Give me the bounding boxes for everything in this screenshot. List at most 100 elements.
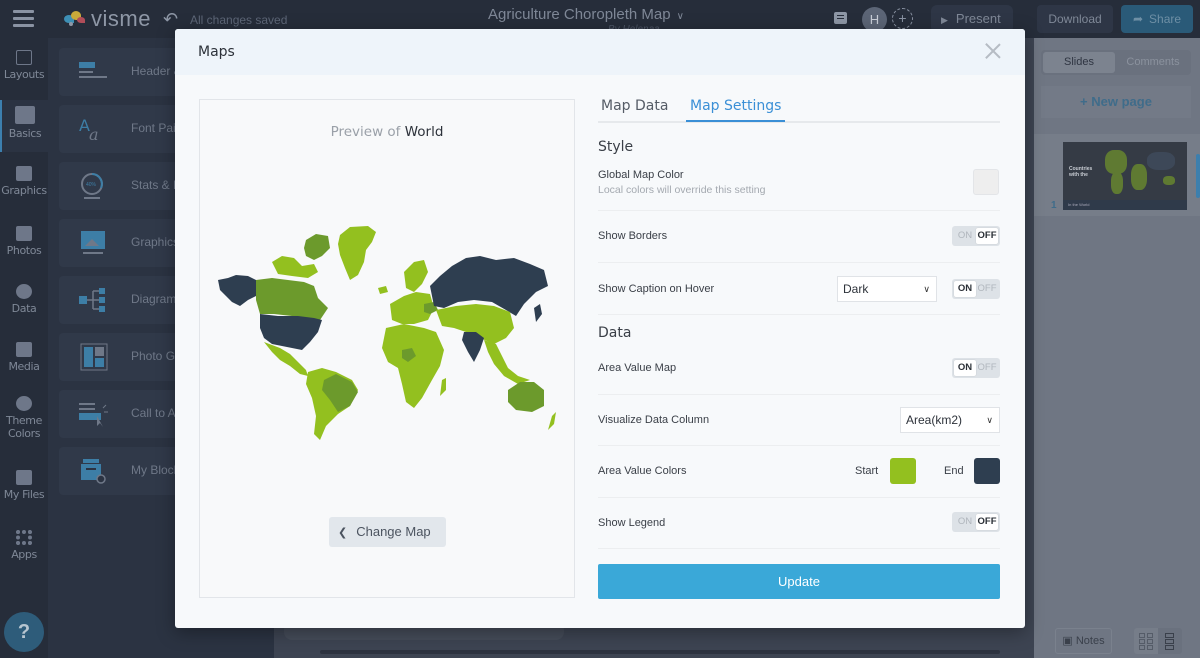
notes-button[interactable]: ▣ Notes [1055,628,1112,654]
svg-text:a: a [89,125,99,143]
add-collaborator-button[interactable]: + [892,8,913,29]
rail-item-photos[interactable]: Photos [0,226,48,272]
slide-selected-indicator [1196,154,1200,198]
map-region-india[interactable] [462,332,484,362]
present-label: Present [955,11,1001,26]
map-region-madagascar[interactable] [440,378,446,396]
font-pairs-icon: Aa [79,116,99,143]
new-page-button[interactable]: + New page [1041,86,1191,118]
change-map-button[interactable]: ❮ Change Map [329,517,446,547]
rail-item-media[interactable]: Media [0,342,48,388]
visme-logo[interactable]: visme [62,6,151,32]
global-map-color-swatch[interactable] [973,169,999,195]
share-button[interactable]: ➦ Share [1121,5,1193,33]
tab-slides[interactable]: Slides [1043,52,1115,73]
help-button[interactable]: ? [4,612,44,652]
rail-item-data[interactable]: Data [0,284,48,330]
modal-title: Maps [198,44,235,60]
update-button[interactable]: Update [598,564,1000,599]
map-region-canada[interactable] [256,278,328,320]
rail-item-basics[interactable]: Basics [0,100,48,152]
undo-icon[interactable]: ↶ [163,9,178,30]
chevron-down-icon: ∨ [986,415,993,425]
tab-comments[interactable]: Comments [1117,52,1189,73]
divider [598,314,1000,315]
visualize-column-select[interactable]: Area(km2) ∨ [900,407,1000,433]
rail-item-label: Apps [11,548,37,561]
data-heading: Data [598,325,632,341]
rail-item-label: Graphics [1,184,47,197]
rail-item-layouts[interactable]: Layouts [0,46,48,92]
list-view-button[interactable] [1158,628,1182,654]
chevron-left-icon: ❮ [338,527,348,539]
map-region-new-zealand[interactable] [548,412,556,430]
toggle-on: ON [957,516,973,527]
document-title[interactable]: Agriculture Choropleth Map ∨ [488,6,684,23]
tab-map-settings[interactable]: Map Settings [686,98,786,122]
show-borders-toggle[interactable]: ON OFF [952,226,1000,246]
start-color-swatch[interactable] [890,458,916,484]
slide-thumbnail[interactable]: Countries with the In the World [1063,142,1187,210]
end-color-swatch[interactable] [974,458,1000,484]
comment-icon[interactable] [834,12,847,24]
photo-grid-icon [80,343,108,371]
visualize-column-label: Visualize Data Column [598,414,710,426]
stats-icon: 40% [81,173,103,199]
divider [598,548,1000,549]
slide-thumb-title: Countries with the [1069,166,1093,178]
rail-item-label: Data [11,302,37,315]
map-region-africa[interactable] [382,324,444,408]
map-region-australia[interactable] [508,382,544,412]
change-map-label: Change Map [356,524,431,539]
world-map[interactable] [218,220,558,440]
map-region-japan[interactable] [534,304,542,322]
hamburger-icon[interactable] [13,10,34,27]
rail-item-theme-colors[interactable]: Theme Colors [0,396,48,448]
map-region-southeast-asia[interactable] [484,340,530,384]
divider [598,262,1000,263]
show-legend-toggle[interactable]: ON OFF [952,512,1000,532]
close-icon[interactable] [983,41,1003,61]
notes-label: Notes [1075,635,1105,647]
rail-item-graphics[interactable]: Graphics [0,166,48,212]
toggle-on: ON [954,281,976,297]
preview-prefix: Preview of [330,124,401,140]
toggle-off: OFF [977,283,997,294]
map-region-iceland[interactable] [378,286,388,294]
svg-text:40%: 40% [86,182,97,188]
right-panel: Slides Comments + New page 1 Countries w… [1034,38,1200,658]
divider [598,445,1000,446]
area-value-map-label: Area Value Map [598,362,677,374]
show-caption-toggle[interactable]: ON OFF [952,279,1000,299]
document-title-text: Agriculture Choropleth Map [488,6,671,23]
tab-map-data[interactable]: Map Data [601,98,668,120]
horizontal-scrollbar[interactable] [320,650,1000,654]
share-arrow-icon: ➦ [1132,12,1144,26]
map-region-arctic-islands[interactable] [304,234,330,260]
diagram-icon [79,288,105,312]
play-icon: ▶ [941,15,948,25]
rail-item-apps[interactable]: Apps [0,530,48,576]
rail-item-label: My Files [3,488,45,501]
rail-item-label: Media [8,360,40,373]
preview-map-name: World [404,124,444,140]
map-region-alaska[interactable] [218,275,256,306]
global-map-color-label: Global Map Color [598,169,684,181]
visme-logo-icon [62,9,88,29]
caption-theme-select[interactable]: Dark ∨ [837,276,937,302]
chevron-down-icon: ∨ [676,11,684,22]
area-value-map-toggle[interactable]: ON OFF [952,358,1000,378]
map-region-arctic-islands-west[interactable] [272,256,318,278]
map-region-greenland[interactable] [338,226,376,280]
slide-list-item[interactable]: 1 Countries with the In the World [1034,134,1200,216]
download-button[interactable]: Download [1037,5,1113,33]
grid-view-button[interactable] [1134,628,1158,654]
app-name: visme [91,6,151,31]
rail-item-label: Theme Colors [6,414,42,440]
global-map-color-sublabel: Local colors will override this setting [598,184,766,196]
show-caption-label: Show Caption on Hover [598,283,715,295]
divider [598,497,1000,498]
map-region-scandinavia[interactable] [404,260,428,292]
toggle-on: ON [957,230,973,241]
rail-item-my-files[interactable]: My Files [0,470,48,516]
